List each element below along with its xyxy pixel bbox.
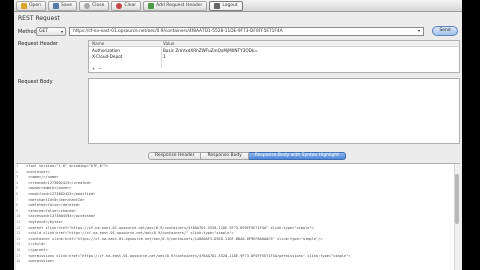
request-header-label: Request Header: [18, 41, 59, 47]
line-text: <?xml version="1.0" encoding="UTF-8"?>: [26, 164, 109, 168]
line-text: <name>/</name>: [26, 175, 59, 180]
add-request-header-button[interactable]: Add Request Header: [143, 0, 208, 11]
add-icon: [148, 2, 155, 9]
line-number: 18: [16, 259, 21, 264]
table-header-row: Name Value: [89, 41, 459, 47]
header-value-cell: 1: [163, 54, 166, 59]
logout-button[interactable]: Logout: [209, 0, 243, 11]
request-header-table: Name Value Authorization Basic ZmVxdXRhZ…: [88, 40, 460, 73]
open-button[interactable]: Open: [16, 0, 47, 11]
folder-icon: [21, 2, 27, 9]
clear-button[interactable]: Clear: [111, 0, 142, 11]
remove-header-button[interactable]: −: [97, 67, 102, 71]
column-header-value[interactable]: Value: [163, 41, 175, 47]
add-header-button[interactable]: +: [91, 67, 96, 71]
close-icon: [84, 2, 91, 9]
line-text: <created>1273802423</created>: [26, 180, 91, 185]
toolbar: Open Save Close Clear Add Request Header…: [14, 0, 462, 12]
close-button[interactable]: Close: [79, 0, 110, 11]
line-text: <container xlink:href="https://cf-na-eas…: [26, 236, 323, 241]
code-line: 18 <permission>: [16, 259, 448, 265]
clear-label: Clear: [124, 3, 137, 8]
line-text: </parent>: [26, 247, 48, 252]
response-tabs: Response Header Response Body Response B…: [148, 152, 346, 160]
tab-response-header[interactable]: Response Header: [148, 152, 202, 160]
line-text: <permission>: [26, 259, 55, 264]
send-button[interactable]: Send: [432, 26, 458, 36]
line-text: <permissions xlink:href="https://cf-na-e…: [26, 253, 351, 258]
rest-client-window: Open Save Close Clear Add Request Header…: [14, 0, 462, 270]
tab-response-body-syntax-highlight[interactable]: Response Body with Syntax Highlight: [248, 152, 346, 160]
url-dropdown-icon[interactable]: ▾: [418, 28, 420, 33]
scrollbar-thumb[interactable]: [455, 174, 459, 224]
url-input[interactable]: https://cf-na-east-01.opsource.net/oec/0…: [69, 27, 424, 36]
clear-icon: [116, 2, 123, 9]
save-button[interactable]: Save: [48, 0, 78, 11]
line-text: <owner>admin</owner>: [26, 186, 72, 191]
save-icon: [53, 2, 60, 9]
line-text: <shared>false</shared>: [26, 208, 76, 213]
line-text: <child xlink:href="https://cf-na-east-01…: [26, 231, 234, 236]
add-request-header-label: Add Request Header: [156, 3, 203, 8]
open-label: Open: [29, 3, 42, 8]
chevron-down-icon: ▾: [60, 29, 63, 34]
request-body-label: Request Body: [18, 79, 53, 85]
method-value: GET: [39, 29, 49, 34]
method-label: Method: [18, 29, 37, 35]
line-text: <parent xlink:href="https://cf-na-east-0…: [26, 225, 314, 230]
column-header-name[interactable]: Name: [92, 41, 104, 47]
header-name-cell: X-Cloud-Depot: [92, 54, 123, 59]
line-text: <bytes>0</bytes>: [26, 219, 63, 224]
tab-response-body[interactable]: Response Body: [201, 152, 249, 160]
method-select[interactable]: GET ▾: [36, 27, 66, 36]
line-text: </child>: [26, 242, 46, 247]
logout-icon: [214, 2, 221, 9]
line-text: <container>: [26, 169, 50, 174]
save-label: Save: [61, 3, 73, 8]
request-body-textarea[interactable]: [88, 78, 460, 144]
xml-code: 1 <?xml version="1.0" encoding="UTF-8"?> 2…: [16, 164, 448, 265]
line-text: <modified>1273802423</modified>: [26, 191, 96, 196]
table-row[interactable]: X-Cloud-Depot 1: [89, 54, 459, 60]
close-label: Close: [92, 3, 105, 8]
response-body-view[interactable]: 1 <?xml version="1.0" encoding="UTF-8"?> 2…: [16, 163, 460, 270]
line-text: <deleted>false</deleted>: [26, 203, 81, 208]
line-text: <merchantId>0</merchantId>: [26, 197, 85, 202]
rest-request-title: REST Request: [18, 15, 60, 22]
logout-label: Logout: [222, 3, 238, 8]
line-text: <accessed>1273804594</accessed>: [26, 214, 96, 219]
vertical-scrollbar[interactable]: [454, 164, 460, 270]
